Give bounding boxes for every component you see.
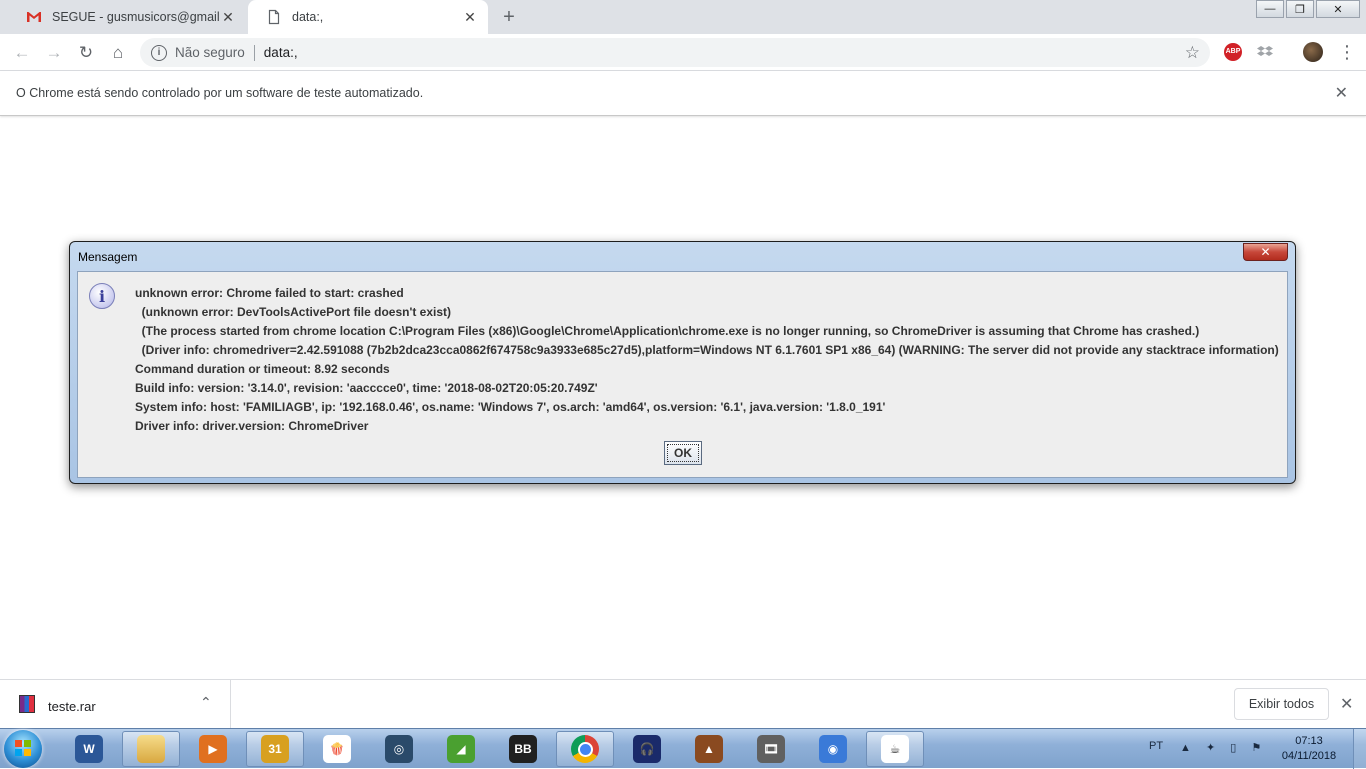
clock[interactable]: 07:13 04/11/2018 [1278, 734, 1340, 764]
forward-icon[interactable]: → [42, 41, 66, 65]
page-icon [266, 9, 282, 25]
security-status[interactable]: Não seguro [175, 45, 245, 60]
tab-strip: SEGUE - gusmusicors@gmail.com ✕ data:, ✕… [0, 0, 1366, 34]
show-desktop-button[interactable] [1353, 729, 1366, 769]
download-item[interactable]: teste.rar ⌃ [0, 680, 231, 728]
minimize-button[interactable]: — [1256, 0, 1284, 18]
infobar-message: O Chrome está sendo controlado por um so… [16, 86, 424, 100]
java-icon: ☕ [881, 735, 909, 763]
automation-infobar: O Chrome está sendo controlado por um so… [0, 71, 1366, 116]
taskbar-app-java[interactable]: ☕ [866, 731, 924, 767]
windows-taskbar: W ▶ 31 🍿 ◎ ◢ BB 🎧 ▲ 🎞 ◉ ☕ PT ▲ ✦ ▯ ⚑ 07:13 04/11/20… [0, 728, 1366, 769]
sphere-app-icon: ◎ [385, 735, 413, 763]
tab-close-icon[interactable]: ✕ [220, 9, 236, 26]
taskbar-app-film-reel[interactable]: 🎞 [742, 731, 800, 767]
new-tab-button[interactable]: + [496, 6, 522, 28]
bookmark-star-icon[interactable]: ☆ [1185, 43, 1200, 63]
window-close-button[interactable]: ✕ [1316, 0, 1360, 18]
green-app-icon: ◢ [447, 735, 475, 763]
download-shelf-close-icon[interactable]: ✕ [1340, 694, 1353, 714]
winrar-file-icon [19, 695, 35, 713]
taskbar-app-game-bb[interactable]: BB [494, 731, 552, 767]
film-reel-icon: 🎞 [757, 735, 785, 763]
taskbar-app-calendar[interactable]: 31 [246, 731, 304, 767]
tray-icons[interactable]: ▲ ✦ ▯ ⚑ [1180, 741, 1267, 754]
taskbar-app-headphones[interactable]: 🎧 [618, 731, 676, 767]
chevron-up-icon[interactable]: ⌃ [200, 694, 212, 711]
taskbar-app-popcorn[interactable]: 🍿 [308, 731, 366, 767]
ok-button[interactable]: OK [664, 441, 702, 465]
download-file-name[interactable]: teste.rar [48, 699, 96, 714]
download-shelf: teste.rar ⌃ Exibir todos ✕ [0, 679, 1366, 728]
chromium-icon: ◉ [819, 735, 847, 763]
message-line: (The process started from chrome locatio… [135, 324, 1200, 338]
game-bb-icon: BB [509, 735, 537, 763]
omnibox-divider [253, 44, 255, 61]
gmail-icon [26, 9, 42, 25]
metronome-icon: ▲ [695, 735, 723, 763]
error-message: unknown error: Chrome failed to start: c… [135, 284, 1279, 436]
message-line: (unknown error: DevToolsActivePort file … [135, 305, 452, 319]
popcorn-icon: 🍿 [323, 735, 351, 763]
system-tray: PT ▲ ✦ ▯ ⚑ 07:13 04/11/2018 [1140, 729, 1366, 769]
taskbar-app-media-player[interactable]: ▶ [184, 731, 242, 767]
dialog-title: Mensagem [78, 250, 138, 264]
message-line: unknown error: Chrome failed to start: c… [135, 286, 404, 300]
address-bar[interactable]: i Não seguro data:, ☆ [140, 38, 1210, 67]
profile-avatar[interactable] [1303, 42, 1323, 62]
taskbar-app-green-app[interactable]: ◢ [432, 731, 490, 767]
windows-logo-icon [15, 740, 31, 756]
tab-title: data:, [292, 10, 324, 24]
clock-date: 04/11/2018 [1281, 750, 1337, 762]
tab-title: SEGUE - gusmusicors@gmail.com [52, 10, 220, 24]
message-line: System info: host: 'FAMILIAGB', ip: '192… [135, 400, 886, 414]
adblock-badge: ABP [1224, 43, 1242, 61]
info-icon[interactable]: i [151, 44, 167, 61]
message-line: Build info: version: '3.14.0', revision:… [135, 381, 598, 395]
media-player-icon: ▶ [199, 735, 227, 763]
chrome-menu-icon[interactable]: ⋮ [1338, 42, 1356, 63]
adblock-icon[interactable]: ABP [1224, 43, 1242, 61]
taskbar-app-chrome[interactable] [556, 731, 614, 767]
tab-close-icon[interactable]: ✕ [462, 9, 478, 26]
clock-time: 07:13 [1295, 735, 1323, 747]
headphones-icon: 🎧 [633, 735, 661, 763]
dialog-body: i unknown error: Chrome failed to start:… [77, 271, 1288, 478]
taskbar-app-word[interactable]: W [60, 731, 118, 767]
explorer-icon [137, 735, 165, 763]
show-all-downloads-button[interactable]: Exibir todos [1234, 688, 1329, 720]
information-icon: i [89, 283, 115, 309]
language-indicator[interactable]: PT [1149, 740, 1163, 752]
url-input[interactable]: data:, [264, 45, 1185, 60]
dropbox-icon[interactable] [1256, 43, 1274, 61]
taskbar-app-metronome[interactable]: ▲ [680, 731, 738, 767]
calendar-icon: 31 [261, 735, 289, 763]
taskbar-app-sphere-app[interactable]: ◎ [370, 731, 428, 767]
message-line: Command duration or timeout: 8.92 second… [135, 362, 390, 376]
message-line: Driver info: driver.version: ChromeDrive… [135, 419, 369, 433]
maximize-button[interactable]: ❐ [1286, 0, 1314, 18]
message-line: (Driver info: chromedriver=2.42.591088 (… [135, 343, 1279, 357]
message-dialog: Mensagem ✕ i unknown error: Chrome faile… [69, 241, 1296, 484]
tab-data[interactable]: data:, ✕ [248, 0, 488, 34]
dialog-close-button[interactable]: ✕ [1243, 243, 1288, 261]
infobar-close-icon[interactable]: ✕ [1335, 83, 1348, 103]
taskbar-app-explorer[interactable] [122, 731, 180, 767]
chrome-icon [571, 735, 599, 763]
taskbar-app-chromium[interactable]: ◉ [804, 731, 862, 767]
window-controls: — ❐ ✕ [1254, 0, 1360, 20]
start-button[interactable] [4, 730, 42, 768]
browser-toolbar: ← → ↻ ⌂ i Não seguro data:, ☆ ABP ⋮ [0, 34, 1366, 71]
back-icon[interactable]: ← [10, 41, 34, 65]
word-icon: W [75, 735, 103, 763]
reload-icon[interactable]: ↻ [74, 41, 98, 65]
tab-gmail[interactable]: SEGUE - gusmusicors@gmail.com ✕ [8, 0, 246, 34]
home-icon[interactable]: ⌂ [106, 41, 130, 65]
